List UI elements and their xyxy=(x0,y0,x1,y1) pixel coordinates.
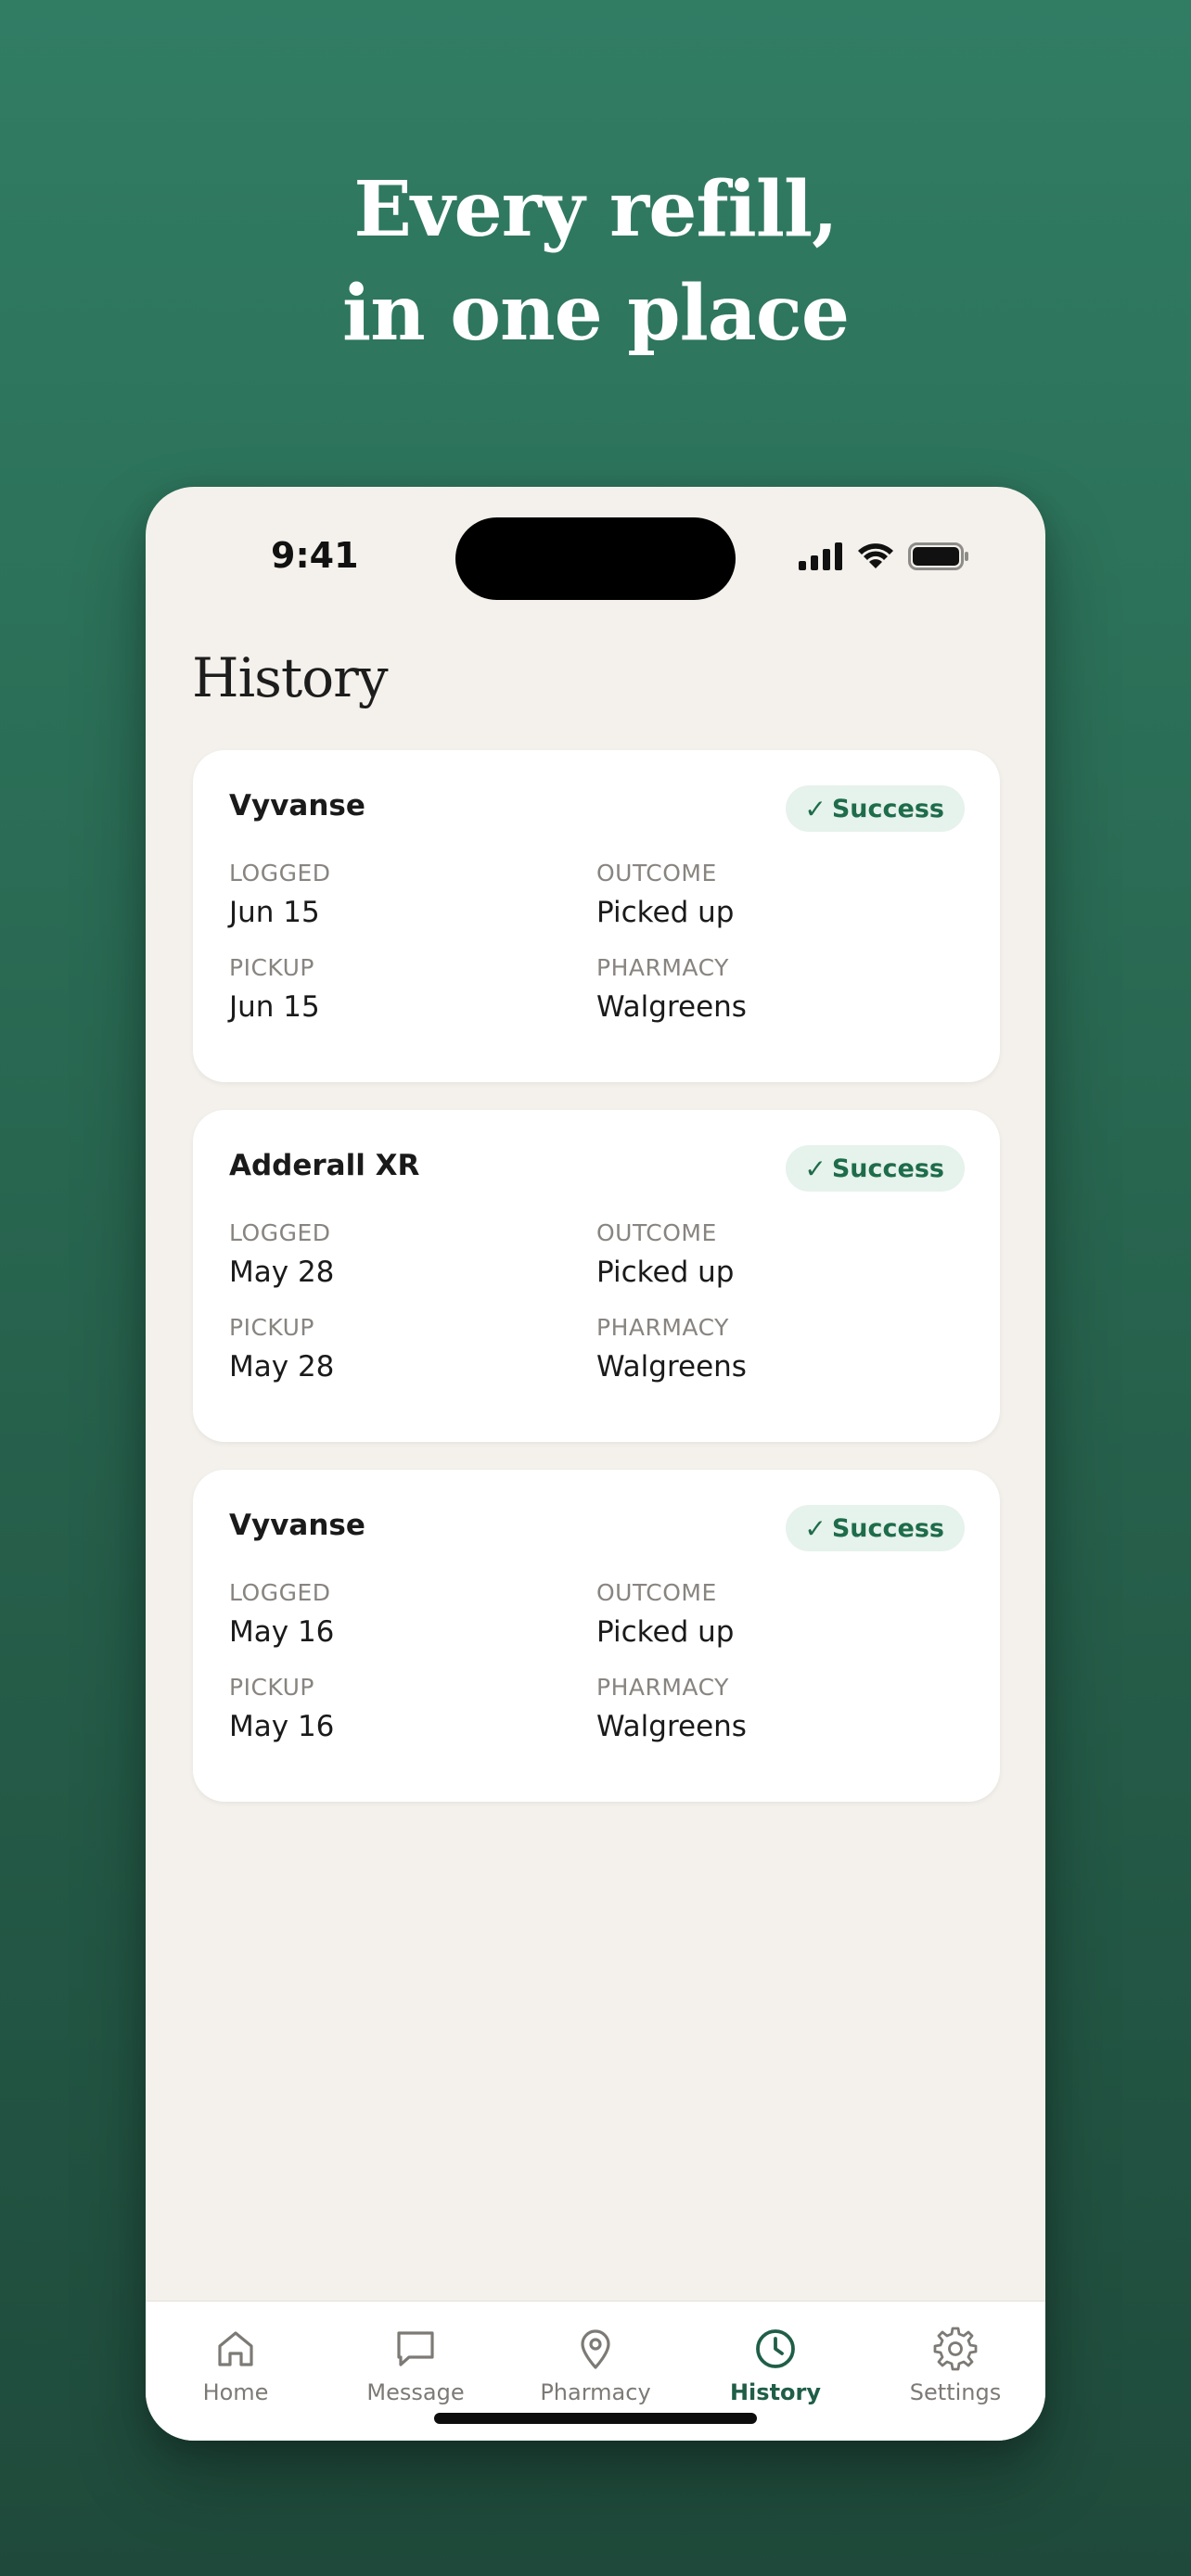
phone-frame: 9:41 History Vyvanse ✓ Success LOGGED Ju… xyxy=(146,487,1045,2441)
pickup-value: May 16 xyxy=(229,1710,335,1743)
outcome-field: OUTCOME Picked up xyxy=(596,860,734,930)
history-list: Vyvanse ✓ Success LOGGED Jun 15 OUTCOME … xyxy=(193,750,1000,1830)
medication-name: Vyvanse xyxy=(229,1509,365,1542)
outcome-field: OUTCOME Picked up xyxy=(596,1579,734,1650)
logged-value: May 16 xyxy=(229,1615,335,1649)
check-icon: ✓ xyxy=(804,1153,826,1184)
check-icon: ✓ xyxy=(804,1512,826,1544)
pharmacy-label: PHARMACY xyxy=(596,954,729,981)
pharmacy-field: PHARMACY Walgreens xyxy=(596,1314,747,1384)
outcome-value: Picked up xyxy=(596,1256,735,1289)
page-title: History xyxy=(192,646,389,709)
pickup-field: PICKUP Jun 15 xyxy=(229,954,320,1025)
pickup-field: PICKUP May 16 xyxy=(229,1674,334,1744)
outcome-value: Picked up xyxy=(596,1615,735,1649)
logged-field: LOGGED May 28 xyxy=(229,1219,334,1290)
pickup-field: PICKUP May 28 xyxy=(229,1314,334,1384)
outcome-field: OUTCOME Picked up xyxy=(596,1219,734,1290)
medication-name: Vyvanse xyxy=(229,789,365,823)
logged-value: May 28 xyxy=(229,1256,335,1289)
headline-line-2: in one place xyxy=(341,269,850,358)
outcome-label: OUTCOME xyxy=(596,1579,717,1606)
outcome-label: OUTCOME xyxy=(596,1219,717,1246)
home-icon xyxy=(218,2331,253,2366)
check-icon: ✓ xyxy=(804,793,826,824)
status-text: Success xyxy=(831,1513,944,1543)
tab-home[interactable]: Home xyxy=(146,2302,326,2441)
tab-settings[interactable]: Settings xyxy=(865,2302,1045,2441)
battery-icon xyxy=(908,542,968,570)
logged-label: LOGGED xyxy=(229,1219,331,1246)
pharmacy-field: PHARMACY Walgreens xyxy=(596,1674,747,1744)
outcome-value: Picked up xyxy=(596,896,735,929)
headline-line-1: Every refill, xyxy=(353,165,838,254)
gear-icon xyxy=(933,2327,978,2371)
status-text: Success xyxy=(831,1154,944,1183)
message-icon xyxy=(397,2331,434,2366)
pickup-value: May 28 xyxy=(229,1350,335,1384)
tab-label: Message xyxy=(366,2379,465,2405)
dynamic-island xyxy=(455,517,736,600)
status-time: 9:41 xyxy=(271,535,359,576)
status-icons xyxy=(799,542,969,570)
cellular-signal-icon xyxy=(799,542,842,570)
logged-field: LOGGED May 16 xyxy=(229,1579,334,1650)
history-card[interactable]: Vyvanse ✓ Success LOGGED Jun 15 OUTCOME … xyxy=(193,750,1000,1082)
wifi-icon xyxy=(858,543,893,568)
logged-label: LOGGED xyxy=(229,1579,331,1606)
outcome-label: OUTCOME xyxy=(596,860,717,886)
pharmacy-field: PHARMACY Walgreens xyxy=(596,954,747,1025)
pharmacy-value: Walgreens xyxy=(596,990,747,1024)
tab-bar: Home Message Pharmacy History Settings xyxy=(146,2301,1045,2441)
pharmacy-label: PHARMACY xyxy=(596,1674,729,1701)
pharmacy-label: PHARMACY xyxy=(596,1314,729,1341)
tab-label: Pharmacy xyxy=(540,2379,651,2405)
pickup-label: PICKUP xyxy=(229,954,315,981)
status-text: Success xyxy=(831,794,944,823)
pickup-value: Jun 15 xyxy=(229,990,320,1024)
history-card[interactable]: Adderall XR ✓ Success LOGGED May 28 OUTC… xyxy=(193,1110,1000,1442)
tab-label: Settings xyxy=(909,2379,1002,2405)
status-badge: ✓ Success xyxy=(786,785,965,832)
marketing-headline: Every refill, in one place xyxy=(0,158,1191,365)
clock-icon xyxy=(756,2329,795,2368)
pickup-label: PICKUP xyxy=(229,1674,315,1701)
tab-label: Home xyxy=(202,2379,269,2405)
logged-value: Jun 15 xyxy=(229,896,320,929)
tab-label: History xyxy=(729,2379,822,2405)
history-card[interactable]: Vyvanse ✓ Success LOGGED May 16 OUTCOME … xyxy=(193,1470,1000,1802)
logged-label: LOGGED xyxy=(229,860,331,886)
status-badge: ✓ Success xyxy=(786,1145,965,1192)
pickup-label: PICKUP xyxy=(229,1314,315,1341)
logged-field: LOGGED Jun 15 xyxy=(229,860,331,930)
status-badge: ✓ Success xyxy=(786,1505,965,1551)
pharmacy-value: Walgreens xyxy=(596,1710,747,1743)
map-pin-icon xyxy=(581,2329,610,2369)
pharmacy-value: Walgreens xyxy=(596,1350,747,1384)
medication-name: Adderall XR xyxy=(229,1149,420,1182)
home-indicator xyxy=(434,2413,757,2424)
